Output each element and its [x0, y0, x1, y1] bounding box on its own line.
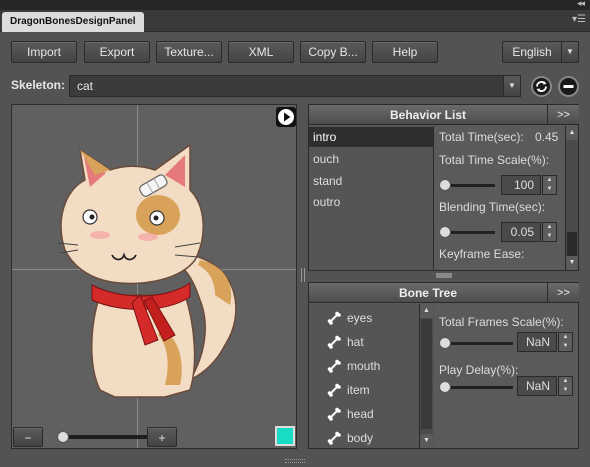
- skeleton-select[interactable]: cat ▼: [69, 75, 521, 97]
- bone-icon: [327, 311, 341, 325]
- scroll-down-icon[interactable]: ▼: [566, 256, 578, 270]
- bone-icon: [327, 407, 341, 421]
- total-time-scale-input[interactable]: 100: [501, 175, 541, 195]
- blending-time-stepper[interactable]: ▲ ▼: [542, 222, 557, 242]
- behavior-list: intro ouch stand outro: [309, 126, 434, 270]
- skeleton-value: cat: [77, 79, 94, 93]
- bone-item-label: eyes: [347, 311, 373, 325]
- bone-item-label: hat: [347, 335, 364, 349]
- behavior-list-panel: Behavior List >> intro ouch stand outro …: [308, 104, 579, 271]
- total-frames-scale-label: Total Frames Scale(%):: [439, 315, 564, 329]
- copy-button[interactable]: Copy B...: [300, 41, 366, 63]
- total-frames-scale-slider-thumb[interactable]: [439, 337, 451, 349]
- total-frames-scale-stepper[interactable]: ▲ ▼: [558, 332, 573, 352]
- help-button[interactable]: Help: [372, 41, 438, 63]
- play-delay-input[interactable]: NaN: [517, 376, 557, 396]
- behavior-item-intro[interactable]: intro: [309, 127, 433, 147]
- bone-item-body[interactable]: body: [309, 428, 434, 448]
- bone-item-head[interactable]: head: [309, 404, 434, 424]
- total-time-scale-label: Total Time Scale(%):: [439, 153, 550, 167]
- total-time-value: 0.45: [535, 130, 559, 144]
- behavior-item-outro[interactable]: outro: [309, 192, 433, 212]
- panel-tab[interactable]: DragonBonesDesignPanel: [2, 12, 144, 32]
- skeleton-label: Skeleton:: [11, 78, 66, 92]
- bone-tree-expand-button[interactable]: >>: [547, 283, 579, 303]
- bone-tree-scrollbar[interactable]: ▲ ▼: [419, 304, 433, 448]
- bone-item-item[interactable]: item: [309, 380, 434, 400]
- zoom-slider-track[interactable]: [57, 435, 153, 439]
- refresh-icon: [536, 81, 547, 92]
- zoom-in-button[interactable]: +: [147, 427, 177, 447]
- resize-grip[interactable]: [285, 459, 305, 463]
- bone-item-mouth[interactable]: mouth: [309, 356, 434, 376]
- blending-time-slider-thumb[interactable]: [439, 226, 451, 238]
- bone-item-label: item: [347, 383, 370, 397]
- behavior-item-stand[interactable]: stand: [309, 171, 433, 191]
- collapse-icon[interactable]: ◂◂: [577, 0, 585, 9]
- scroll-up-icon[interactable]: ▲: [420, 304, 433, 318]
- texture-button[interactable]: Texture...: [156, 41, 222, 63]
- import-button[interactable]: Import: [11, 41, 77, 63]
- zoom-slider-thumb[interactable]: [57, 431, 69, 443]
- play-delay-stepper[interactable]: ▲ ▼: [558, 376, 573, 396]
- bone-item-eyes[interactable]: eyes: [309, 308, 434, 328]
- chevron-down-icon[interactable]: ▼: [561, 42, 578, 62]
- xml-button[interactable]: XML: [228, 41, 294, 63]
- language-value: English: [512, 45, 552, 59]
- export-button[interactable]: Export: [84, 41, 150, 63]
- window-strip: ◂◂: [0, 0, 590, 10]
- language-select[interactable]: English ▼: [502, 41, 579, 63]
- total-frames-scale-input[interactable]: NaN: [517, 332, 557, 352]
- behavior-expand-button[interactable]: >>: [547, 105, 579, 125]
- remove-button[interactable]: [558, 76, 579, 97]
- panel-tab-bar: DragonBonesDesignPanel ▾☰: [0, 10, 590, 32]
- refresh-button[interactable]: [531, 76, 552, 97]
- splitter-grip-horizontal[interactable]: [436, 273, 452, 278]
- bone-icon: [327, 383, 341, 397]
- play-button[interactable]: [276, 107, 296, 127]
- bone-icon: [327, 335, 341, 349]
- scroll-thumb[interactable]: [567, 232, 577, 256]
- behavior-item-ouch[interactable]: ouch: [309, 149, 433, 169]
- blending-time-input[interactable]: 0.05: [501, 222, 541, 242]
- bone-tree-list: eyes hat mouth item head body: [309, 304, 434, 448]
- armature-preview[interactable]: − +: [11, 104, 297, 449]
- behavior-list-title: Behavior List: [309, 105, 547, 125]
- scroll-down-icon[interactable]: ▼: [420, 434, 433, 448]
- background-color-swatch[interactable]: [275, 426, 295, 446]
- design-panel: ◂◂ DragonBonesDesignPanel ▾☰ Import Expo…: [0, 0, 590, 467]
- play-delay-label: Play Delay(%):: [439, 363, 519, 377]
- play-icon: [278, 109, 294, 125]
- splitter-grip-vertical[interactable]: [301, 268, 305, 282]
- chevron-down-icon[interactable]: ▼: [503, 76, 520, 96]
- total-frames-scale-slider-track[interactable]: [443, 342, 513, 345]
- bone-tree-title: Bone Tree: [309, 283, 547, 303]
- bone-icon: [327, 359, 341, 373]
- cat-character: [57, 143, 237, 398]
- total-time-scale-slider-thumb[interactable]: [439, 179, 451, 191]
- behavior-properties-scrollbar[interactable]: ▲ ▼: [565, 126, 578, 270]
- bone-item-label: mouth: [347, 359, 381, 373]
- scroll-thumb[interactable]: [421, 319, 432, 429]
- bone-item-label: body: [347, 431, 374, 445]
- keyframe-ease-label: Keyframe Ease:: [439, 247, 525, 261]
- minus-icon: [563, 85, 574, 88]
- bone-item-label: head: [347, 407, 374, 421]
- blending-time-label: Blending Time(sec):: [439, 200, 546, 214]
- bone-icon: [327, 431, 341, 445]
- play-delay-slider-track[interactable]: [443, 386, 513, 389]
- bone-tree-panel: Bone Tree >> eyes hat mouth item head body ▲ …: [308, 282, 579, 449]
- total-time-label: Total Time(sec):: [439, 130, 524, 144]
- zoom-out-button[interactable]: −: [13, 427, 43, 447]
- play-delay-slider-thumb[interactable]: [439, 381, 451, 393]
- scroll-up-icon[interactable]: ▲: [566, 126, 578, 140]
- total-time-scale-stepper[interactable]: ▲ ▼: [542, 175, 557, 195]
- bone-item-hat[interactable]: hat: [309, 332, 434, 352]
- panel-menu-icon[interactable]: ▾☰: [572, 14, 586, 26]
